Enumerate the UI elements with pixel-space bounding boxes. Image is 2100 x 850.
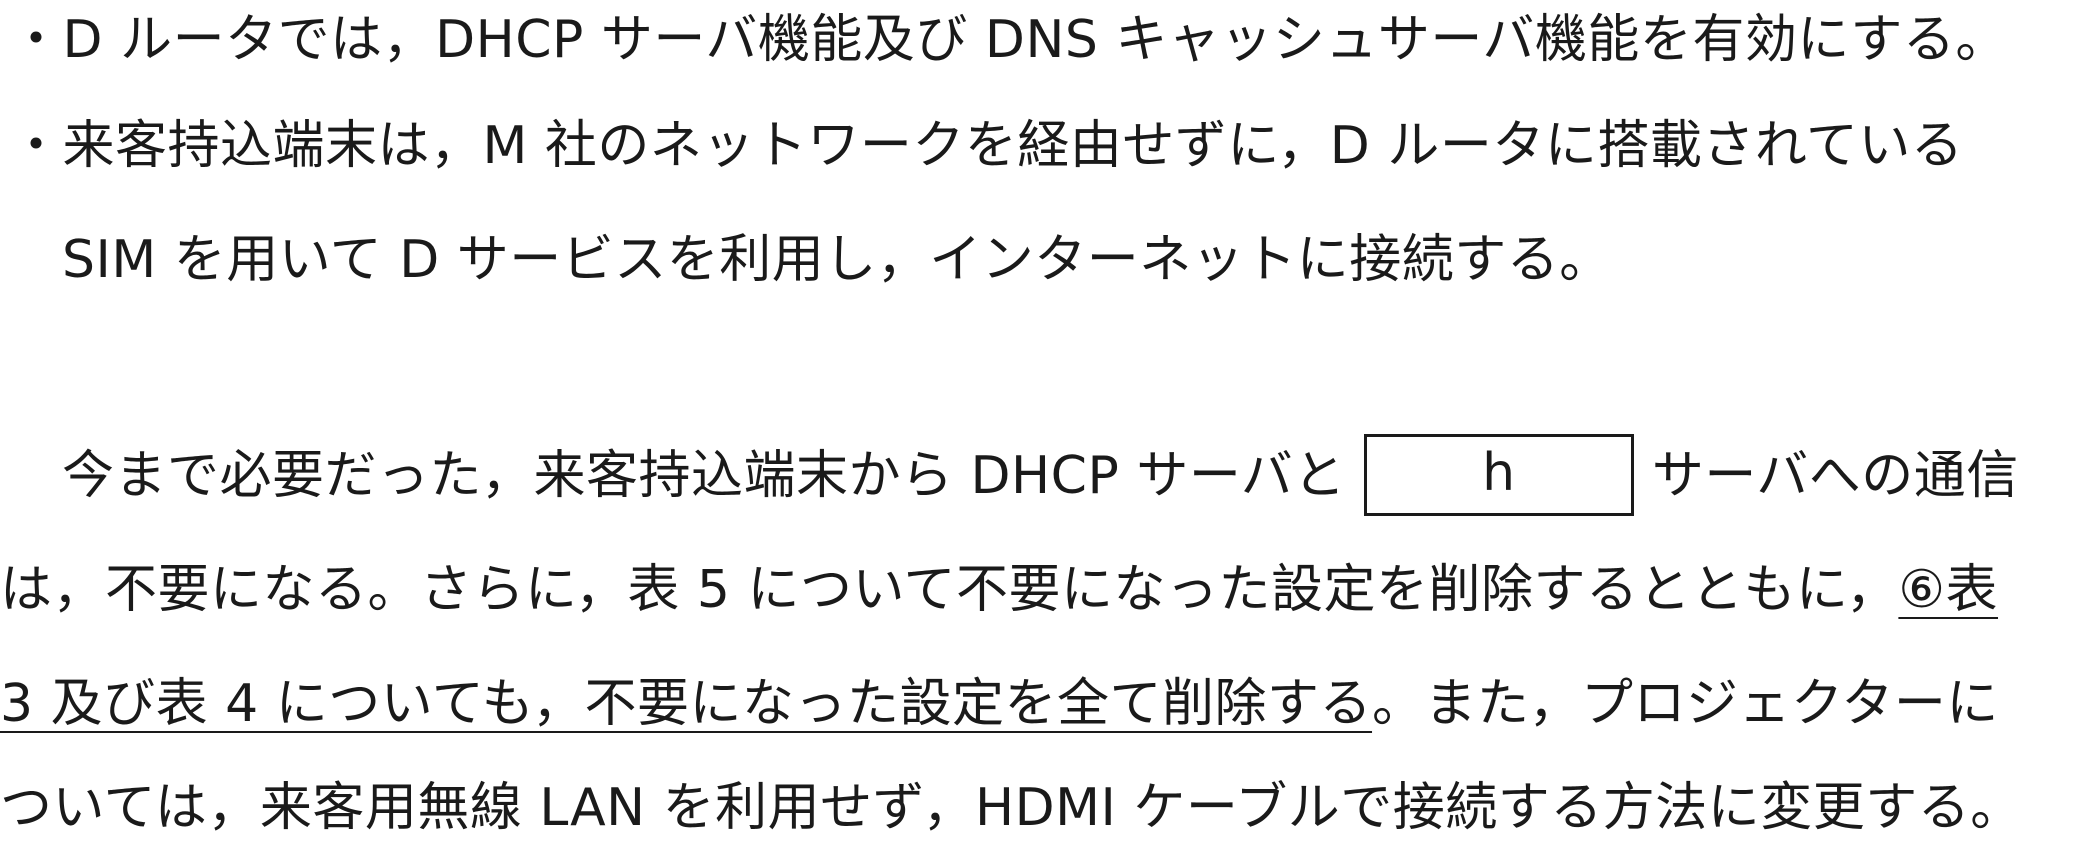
paragraph-line-4: ついては，来客用無線 LAN を利用せず，HDMI ケーブルで接続する方法に変更… bbox=[0, 770, 2100, 846]
paragraph-text: 。また，プロジェクターに bbox=[1372, 674, 1999, 734]
bullet-continuation-text: SIM を用いて D サービスを利用し，インターネットに接続する。 bbox=[62, 230, 1612, 290]
paragraph-line-2: は，不要になる。さらに，表 5 について不要になった設定を削除するとともに，⑥表 bbox=[0, 552, 2100, 628]
bullet-mark: ・ bbox=[10, 116, 63, 176]
paragraph-text: は，不要になる。さらに，表 5 について不要になった設定を削除するとともに， bbox=[0, 560, 1899, 620]
bullet-mark: ・ bbox=[10, 10, 63, 70]
paragraph-text: 今まで必要だった，来客持込端末から DHCP サーバと bbox=[62, 446, 1346, 506]
bullet-item-d-router-settings: ・D ルータでは，DHCP サーバ機能及び DNS キャッシュサーバ機能を有効に… bbox=[0, 2, 2100, 78]
paragraph-line-3: 3 及び表 4 についても，不要になった設定を全て削除する。また，プロジェクター… bbox=[0, 666, 2100, 742]
document-page: ・D ルータでは，DHCP サーバ機能及び DNS キャッシュサーバ機能を有効に… bbox=[0, 0, 2100, 850]
paragraph-line-1: 今まで必要だった，来客持込端末から DHCP サーバと h サーバへの通信 bbox=[0, 434, 2100, 516]
paragraph-text: ついては，来客用無線 LAN を利用せず，HDMI ケーブルで接続する方法に変更… bbox=[0, 778, 2023, 838]
bullet-item-guest-device: ・来客持込端末は，M 社のネットワークを経由せずに，D ルータに搭載されている bbox=[0, 108, 2100, 184]
underlined-question-6-end: 3 及び表 4 についても，不要になった設定を全て削除する bbox=[0, 674, 1373, 734]
bullet-text: 来客持込端末は，M 社のネットワークを経由せずに，D ルータに搭載されている bbox=[62, 116, 1964, 176]
paragraph-text: サーバへの通信 bbox=[1651, 446, 2019, 506]
bullet-text: D ルータでは，DHCP サーバ機能及び DNS キャッシュサーバ機能を有効にす… bbox=[62, 10, 2008, 70]
answer-blank-h: h bbox=[1363, 434, 1634, 516]
underlined-question-6-start: ⑥表 bbox=[1898, 560, 1999, 620]
bullet-item-continuation: SIM を用いて D サービスを利用し，インターネットに接続する。 bbox=[0, 222, 2100, 298]
